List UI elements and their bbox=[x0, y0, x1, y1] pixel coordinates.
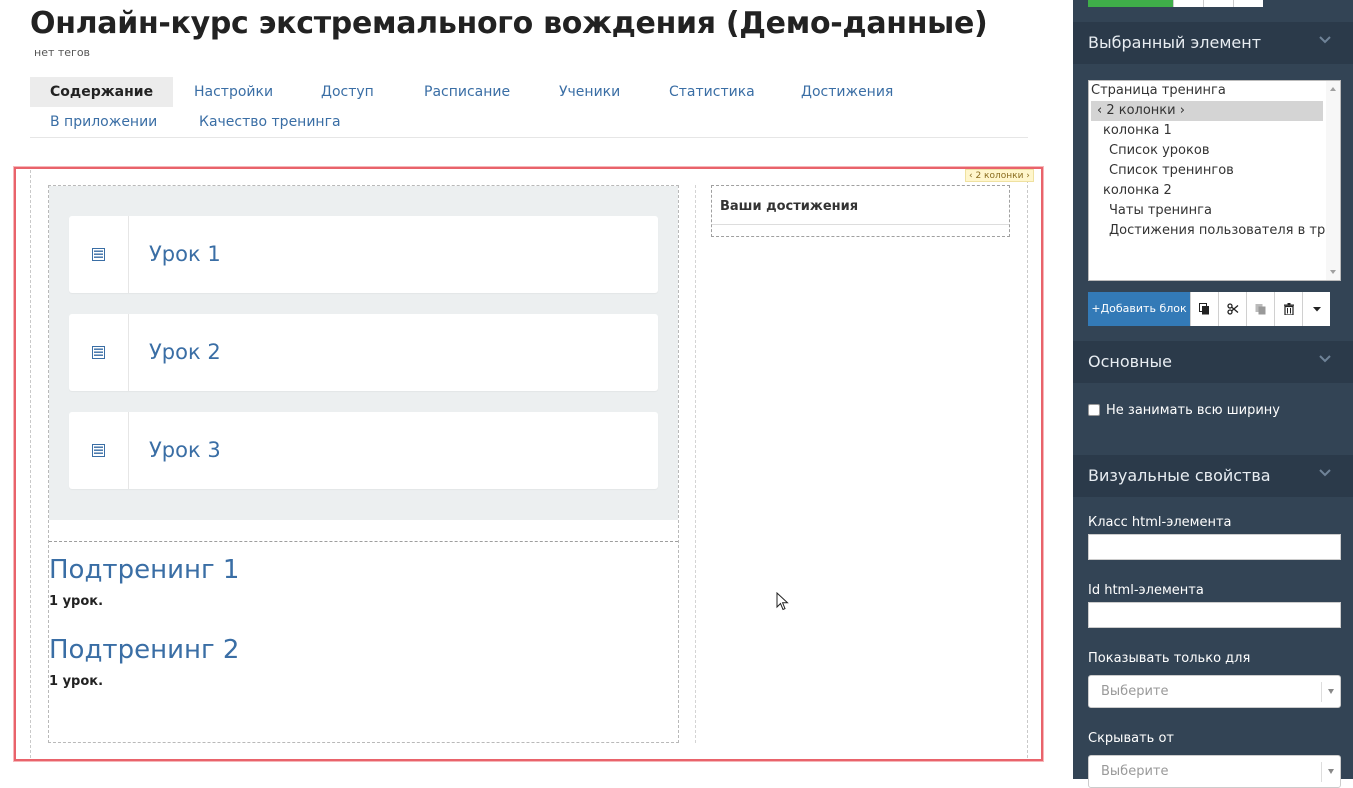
tab-training-quality[interactable]: Качество тренинга bbox=[179, 107, 361, 137]
tree-item[interactable]: Чаты тренинга bbox=[1109, 201, 1212, 221]
tab-achievements[interactable]: Достижения bbox=[781, 77, 913, 107]
select-placeholder: Выберите bbox=[1101, 684, 1169, 699]
toolbar-button[interactable] bbox=[1173, 0, 1203, 7]
element-tree[interactable]: Страница тренинга ‹ 2 колонки › колонка … bbox=[1088, 80, 1341, 281]
properties-panel: Выбранный элемент Страница тренинга ‹ 2 … bbox=[1073, 0, 1353, 788]
add-block-button[interactable]: +Добавить блок bbox=[1088, 292, 1190, 326]
select-divider bbox=[1321, 682, 1322, 702]
tree-item[interactable]: Список тренингов bbox=[1109, 161, 1234, 181]
full-width-checkbox[interactable] bbox=[1088, 404, 1100, 416]
tab-content[interactable]: Содержание bbox=[30, 77, 174, 107]
tab-students[interactable]: Ученики bbox=[539, 77, 640, 107]
page-title: Онлайн-курс экстремального вождения (Дем… bbox=[30, 6, 988, 41]
show-only-label: Показывать только для bbox=[1088, 651, 1251, 666]
selected-block-tag[interactable]: ‹ 2 колонки › bbox=[965, 169, 1034, 182]
chevron-down-icon bbox=[1319, 469, 1331, 477]
trash-icon bbox=[1283, 303, 1294, 315]
section-selected-element[interactable]: Выбранный элемент bbox=[1073, 22, 1353, 64]
select-placeholder: Выберите bbox=[1101, 764, 1169, 779]
copy-icon bbox=[1199, 303, 1209, 315]
scroll-down-icon[interactable] bbox=[1326, 266, 1340, 278]
full-width-label: Не занимать всю ширину bbox=[1106, 402, 1280, 418]
toolbar-button[interactable] bbox=[1203, 0, 1233, 7]
tree-item[interactable]: Список уроков bbox=[1109, 141, 1209, 161]
select-divider bbox=[1321, 762, 1322, 782]
scissors-icon bbox=[1226, 303, 1238, 315]
tab-access[interactable]: Доступ bbox=[301, 77, 394, 107]
tree-item[interactable]: Достижения пользователя в тре bbox=[1109, 221, 1325, 241]
save-button[interactable] bbox=[1088, 0, 1173, 7]
tree-item[interactable]: Страница тренинга bbox=[1091, 81, 1327, 101]
chevron-down-icon bbox=[1328, 689, 1334, 694]
full-width-option: Не занимать всю ширину bbox=[1088, 401, 1280, 419]
chevron-down-icon bbox=[1319, 355, 1331, 363]
caret-down-icon bbox=[1312, 306, 1321, 311]
section-title: Выбранный элемент bbox=[1088, 33, 1262, 52]
class-field[interactable] bbox=[1088, 534, 1341, 560]
section-main[interactable]: Основные bbox=[1073, 341, 1353, 383]
more-dropdown-button[interactable] bbox=[1302, 292, 1330, 326]
tab-bar: Содержание Настройки Доступ Расписание У… bbox=[30, 77, 1028, 138]
tree-item-selected[interactable]: ‹ 2 колонки › bbox=[1091, 101, 1323, 121]
chevron-down-icon bbox=[1328, 769, 1334, 774]
tab-schedule[interactable]: Расписание bbox=[404, 77, 530, 107]
copy-button[interactable] bbox=[1190, 292, 1218, 326]
tab-settings[interactable]: Настройки bbox=[174, 77, 293, 107]
tree-item[interactable]: колонка 2 bbox=[1103, 181, 1172, 201]
tab-in-app[interactable]: В приложении bbox=[30, 107, 177, 137]
tab-statistics[interactable]: Статистика bbox=[649, 77, 775, 107]
section-visual-properties[interactable]: Визуальные свойства bbox=[1073, 455, 1353, 497]
tags-label[interactable]: нет тегов bbox=[34, 46, 90, 59]
section-title: Основные bbox=[1088, 352, 1173, 371]
scroll-up-icon[interactable] bbox=[1326, 83, 1340, 95]
hide-from-label: Скрывать от bbox=[1088, 731, 1174, 746]
cut-button[interactable] bbox=[1218, 292, 1246, 326]
section-title: Визуальные свойства bbox=[1088, 466, 1271, 485]
selected-block-frame bbox=[14, 167, 1043, 761]
class-field-label: Класс html-элемента bbox=[1088, 515, 1232, 530]
mouse-cursor-icon bbox=[776, 592, 789, 611]
tree-item[interactable]: колонка 1 bbox=[1103, 121, 1172, 141]
paste-button[interactable] bbox=[1246, 292, 1274, 326]
show-only-select[interactable]: Выберите bbox=[1088, 675, 1341, 708]
delete-button[interactable] bbox=[1274, 292, 1302, 326]
id-field-label: Id html-элемента bbox=[1088, 583, 1204, 598]
hide-from-select[interactable]: Выберите bbox=[1088, 755, 1341, 788]
tree-scrollbar[interactable] bbox=[1326, 81, 1340, 280]
paste-icon bbox=[1255, 304, 1266, 315]
editor-main: Онлайн-курс экстремального вождения (Дем… bbox=[0, 0, 1073, 779]
chevron-down-icon bbox=[1319, 36, 1331, 44]
id-field[interactable] bbox=[1088, 602, 1341, 628]
toolbar-button[interactable] bbox=[1233, 0, 1263, 7]
